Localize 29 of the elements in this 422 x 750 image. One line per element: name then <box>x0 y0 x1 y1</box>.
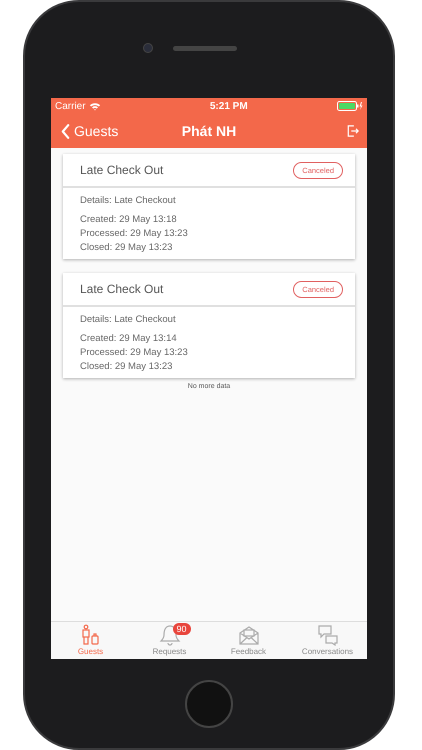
person-luggage-icon <box>80 624 102 646</box>
details-text: Details: Late Checkout <box>80 313 177 327</box>
processed-text: Processed: 29 May 13:23 <box>80 346 189 360</box>
request-title: Late Check Out <box>80 163 164 177</box>
envelope-icon <box>238 624 260 646</box>
created-text: Created: 29 May 13:18 <box>80 213 178 227</box>
wifi-icon <box>88 102 101 110</box>
details-text: Details: Late Checkout <box>80 194 177 208</box>
closed-text: Closed: 29 May 13:23 <box>80 241 174 255</box>
carrier-label: Carrier <box>55 100 86 112</box>
chevron-left-icon <box>61 124 70 138</box>
closed-text: Closed: 29 May 13:23 <box>80 360 174 374</box>
status-time: 5:21 PM <box>210 100 248 112</box>
battery-icon <box>336 101 363 111</box>
tab-bar-item[interactable]: Feedback <box>209 622 288 659</box>
back-button[interactable]: Guests <box>61 123 118 139</box>
request-title: Late Check Out <box>80 282 164 296</box>
tab-bar-item[interactable]: 90 Requests <box>130 622 209 659</box>
created-text: Created: 29 May 13:14 <box>80 332 178 346</box>
chat-bubbles-icon <box>316 624 338 646</box>
home-button[interactable] <box>185 680 233 728</box>
processed-text: Processed: 29 May 13:23 <box>80 227 189 241</box>
speaker-grille <box>173 46 237 50</box>
notification-badge: 90 <box>172 623 191 635</box>
screen-title: Phát NH <box>182 123 236 139</box>
logout-icon[interactable] <box>347 125 359 137</box>
tab-bar-item[interactable]: Conversations <box>288 622 367 659</box>
tab-bar-item[interactable]: Guests <box>51 622 130 659</box>
camera-icon <box>143 43 153 53</box>
